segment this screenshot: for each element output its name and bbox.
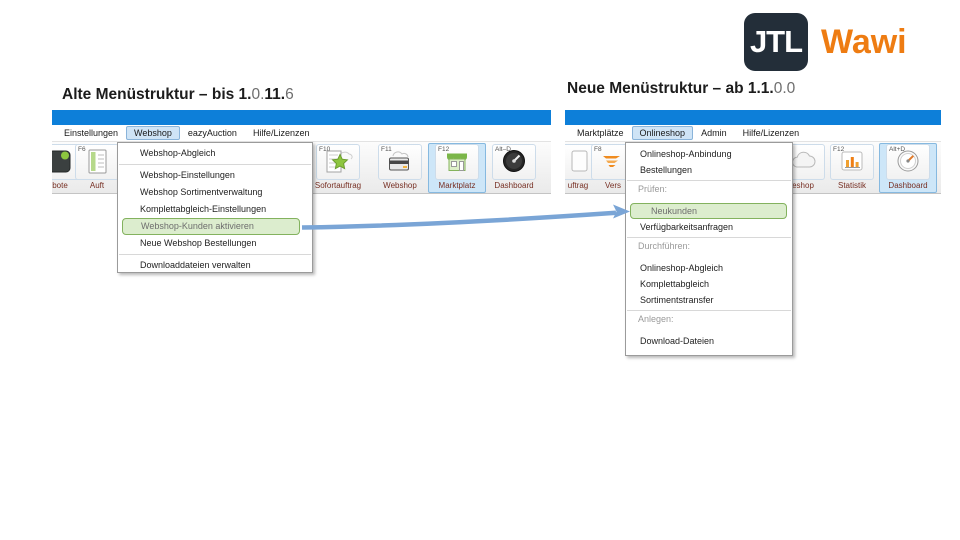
window-titlebar [52,110,551,125]
menu-item-neukunden[interactable]: Neukunden [630,203,787,219]
menu-item-onlineshop-abgleich[interactable]: Onlineshop-Abgleich [626,260,792,276]
toolbar-button-dashboard[interactable]: Alt+D Dashboard [879,143,937,193]
shortcut-badge: F12 [438,146,450,153]
menu-item-komplettabgleich-einstellungen[interactable]: Komplettabgleich-Einstellungen [118,201,312,218]
menu-section-anlegen: Anlegen: [638,314,674,324]
toolbar-button-frame: F11 [378,144,422,180]
jtl-wawi-logo: JTL Wawi [744,13,907,71]
menu-item-admin[interactable]: Admin [693,126,735,140]
shortcut-badge: F10 [319,146,331,153]
old-version-screenshot: Einstellungen Webshop eazyAuction Hilfe/Liz… [52,110,551,273]
toolbar-button-label: Dashboard [888,181,928,190]
old-menu-heading: Alte Menüstruktur – bis 1.0.11.6 [62,86,294,104]
shortcut-badge: F12 [833,146,845,153]
jtl-logo-text: JTL [749,24,803,59]
toolbar-button-dashboard[interactable]: Alt–D Dashboard [485,143,543,193]
webshop-dropdown-menu: Webshop-Abgleich Webshop-Einstellungen Web… [117,142,313,273]
toolbar-button-label: eshop [792,181,814,190]
menu-separator [627,180,791,181]
toolbar-button-sofortauftrag[interactable]: F10 Sofortauftrag [309,143,367,193]
heading-segment: Neue Menüstruktur – ab 1.1. [567,80,774,97]
toolbar-button-frame: F12 [830,144,874,180]
menu-item-download-dateien[interactable]: Download-Dateien [626,333,792,349]
window-titlebar [565,110,941,125]
menu-section-durchführen: Durchführen: [638,241,691,251]
shortcut-badge: F11 [381,146,392,153]
toolbar-button-frame: Alt+D [886,144,930,180]
toolbar-button-statistik[interactable]: F12 Statistik [823,143,881,193]
menu-item-marktplätze[interactable]: Marktplätze [569,126,632,140]
wawi-logo-text: Wawi [821,22,907,61]
toolbar-button-label: Webshop [383,181,417,190]
menubar-new: Marktplätze Onlineshop Admin Hilfe/Lizenzen [565,125,941,142]
menu-item-hilfe-lizenzen[interactable]: Hilfe/Lizenzen [245,126,318,140]
toolbar-button-webshop[interactable]: F11 Webshop [371,143,429,193]
menu-item-downloaddateien-verwalten[interactable]: Downloaddateien verwalten [118,257,312,274]
shortcut-badge: F6 [78,146,86,153]
toolbar-button-label: bote [52,181,68,190]
new-version-screenshot: Marktplätze Onlineshop Admin Hilfe/Lizenzen… [565,110,941,356]
menu-item-webshop-abgleich[interactable]: Webshop-Abgleich [118,145,312,162]
menu-separator [119,254,311,255]
heading-segment: 0. [251,86,265,103]
new-menu-heading: Neue Menüstruktur – ab 1.1.0.0 [567,80,795,98]
menu-item-webshop-kunden-aktivieren[interactable]: Webshop-Kunden aktivieren [122,218,300,235]
menu-separator [627,237,791,238]
toolbar-button-frame: F10 [316,144,360,180]
toolbar-button-label: Auft [89,181,105,190]
menu-item-hilfe-lizenzen[interactable]: Hilfe/Lizenzen [735,126,808,140]
menu-item-neue-webshop-bestellungen[interactable]: Neue Webshop Bestellungen [118,235,312,252]
shortcut-badge: F8 [594,146,602,153]
menu-item-bestellungen[interactable]: Bestellungen [626,162,792,178]
menu-item-verfügbarkeitsanfragen[interactable]: Verfügbarkeitsanfragen [626,219,792,235]
menu-item-einstellungen[interactable]: Einstellungen [56,126,126,140]
onlineshop-dropdown-menu: Onlineshop-Anbindung Bestellungen Prüfen: N… [625,142,793,356]
shortcut-badge: Alt–D [495,146,511,153]
menubar-old: Einstellungen Webshop eazyAuction Hilfe/Liz… [52,125,551,142]
menu-item-eazyauction[interactable]: eazyAuction [180,126,245,140]
slide: JTL Wawi Alte Menüstruktur – bis 1.0.11.… [0,0,960,540]
menu-item-onlineshop-anbindung[interactable]: Onlineshop-Anbindung [626,146,792,162]
menu-item-komplettabgleich[interactable]: Komplettabgleich [626,276,792,292]
shortcut-badge: Alt+D [889,146,906,153]
jtl-logo-icon: JTL [744,13,808,71]
menu-separator [119,164,311,165]
toolbar-button-label: Statistik [837,181,866,190]
toolbar-button-frame: F6 [75,144,119,180]
heading-segment: Alte Menüstruktur – bis 1. [62,86,252,103]
heading-segment: 0.0 [773,80,796,97]
auftrag-list-icon [82,148,112,179]
menu-item-webshop-einstellungen[interactable]: Webshop-Einstellungen [118,167,312,184]
heading-segment: 6 [285,86,294,103]
menu-item-webshop-sortimentverwaltung[interactable]: Webshop Sortimentverwaltung [118,184,312,201]
versand-icon [598,148,628,179]
menu-separator [627,310,791,311]
toolbar-button-label: Dashboard [494,181,534,190]
toolbar-button-label: Vers [604,181,621,190]
heading-segment: 11. [264,86,286,103]
menu-item-webshop[interactable]: Webshop [126,126,180,140]
toolbar-button-label: Sofortauftrag [314,181,362,190]
menu-item-sortimentstransfer[interactable]: Sortimentstransfer [626,292,792,308]
toolbar-button-label: Marktplatz [438,181,476,190]
menu-section-prüfen: Prüfen: [638,184,668,194]
toolbar-button-frame: Alt–D [492,144,536,180]
toolbar-button-marktplatz[interactable]: F12 Marktplatz [428,143,486,193]
menu-item-onlineshop[interactable]: Onlineshop [631,126,694,140]
toolbar-button-frame: F12 [435,144,479,180]
